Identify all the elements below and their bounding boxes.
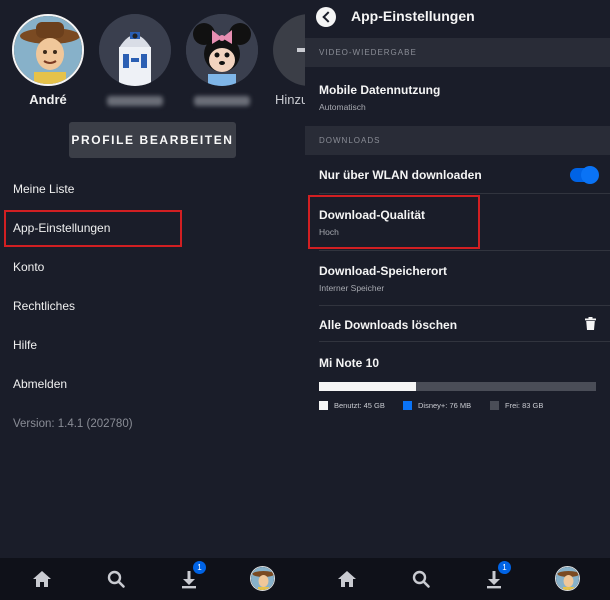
menu-item-label: Konto	[13, 260, 45, 274]
setting-value: Hoch	[319, 227, 339, 237]
section-video-playback: VIDEO-WIEDERGABE	[305, 38, 610, 67]
profile-name: André	[29, 92, 67, 107]
highlight-box	[4, 210, 182, 247]
setting-title: Mobile Datennutzung	[319, 83, 441, 97]
download-quality-setting[interactable]: Download-Qualität Hoch	[305, 208, 610, 237]
downloads-icon[interactable]: 1	[483, 561, 511, 590]
profile-2[interactable]	[97, 14, 173, 106]
woody-avatar	[12, 14, 84, 86]
menu-item-legal[interactable]: Rechtliches	[0, 287, 305, 326]
setting-value: Automatisch	[319, 102, 366, 112]
r2d2-avatar	[99, 14, 171, 86]
legend-free: Frei: 83 GB	[490, 401, 543, 410]
setting-title: Download-Qualität	[319, 208, 425, 222]
download-location-setting[interactable]: Download-Speicherort Interner Speicher	[305, 264, 610, 293]
wifi-only-toggle[interactable]	[570, 166, 599, 184]
page-title: App-Einstellungen	[351, 8, 475, 24]
account-menu: Meine Liste App-Einstellungen Konto Rech…	[0, 170, 305, 404]
legend-label: Benutzt: 45 GB	[334, 401, 385, 410]
legend-used: Benutzt: 45 GB	[319, 401, 385, 410]
legend-swatch	[403, 401, 412, 410]
menu-item-label: Rechtliches	[13, 299, 76, 313]
section-downloads: DOWNLOADS	[305, 126, 610, 155]
storage-bar	[319, 382, 596, 391]
setting-title: Alle Downloads löschen	[319, 318, 458, 332]
profile-3[interactable]	[184, 14, 260, 106]
wifi-only-setting[interactable]: Nur über WLAN downloaden	[305, 168, 610, 182]
trash-icon[interactable]	[585, 317, 596, 330]
profile-andre[interactable]: André	[10, 14, 86, 107]
back-icon[interactable]	[316, 7, 336, 27]
profile-avatar-icon[interactable]	[555, 566, 580, 591]
bottom-nav: 1	[305, 558, 610, 600]
profile-name-blurred	[107, 96, 163, 106]
search-icon[interactable]	[105, 568, 127, 590]
edit-profiles-button[interactable]: PROFILE BEARBEITEN	[69, 122, 236, 158]
legend-label: Disney+: 76 MB	[418, 401, 472, 410]
menu-item-my-list[interactable]: Meine Liste	[0, 170, 305, 209]
add-profile-icon	[273, 14, 305, 86]
profile-avatar-icon[interactable]	[250, 566, 275, 591]
app-settings-panel: App-Einstellungen VIDEO-WIEDERGABE Mobil…	[305, 0, 610, 600]
bottom-nav: 1	[0, 558, 305, 600]
setting-title: Download-Speicherort	[319, 264, 448, 278]
minnie-avatar	[186, 14, 258, 86]
device-name: Mi Note 10	[319, 356, 380, 370]
setting-value: Interner Speicher	[319, 283, 385, 293]
divider	[319, 250, 610, 251]
menu-item-account[interactable]: Konto	[0, 248, 305, 287]
legend-label: Frei: 83 GB	[505, 401, 544, 410]
menu-item-label: Hilfe	[13, 338, 38, 352]
downloads-icon[interactable]: 1	[178, 561, 206, 590]
menu-item-label: Abmelden	[13, 377, 68, 391]
storage-used-fill	[319, 382, 416, 391]
menu-item-label: Meine Liste	[13, 182, 75, 196]
search-icon[interactable]	[410, 568, 432, 590]
downloads-badge: 1	[193, 561, 206, 574]
profile-name-blurred	[194, 96, 250, 106]
legend-swatch	[490, 401, 499, 410]
home-icon[interactable]	[31, 568, 53, 590]
add-profile[interactable]: Hinzu	[271, 14, 305, 107]
mobile-data-setting[interactable]: Mobile Datennutzung Automatisch	[305, 83, 610, 112]
menu-item-app-settings[interactable]: App-Einstellungen	[0, 209, 305, 248]
settings-header: App-Einstellungen	[305, 0, 610, 36]
menu-item-logout[interactable]: Abmelden	[0, 365, 305, 404]
device-storage: Mi Note 10	[305, 356, 610, 370]
legend-swatch	[319, 401, 328, 410]
menu-item-help[interactable]: Hilfe	[0, 326, 305, 365]
divider	[319, 193, 610, 194]
home-icon[interactable]	[336, 568, 358, 590]
setting-title: Nur über WLAN downloaden	[319, 168, 482, 182]
downloads-badge: 1	[498, 561, 511, 574]
divider	[319, 305, 610, 306]
add-profile-label: Hinzu	[275, 92, 305, 107]
profiles-panel: André Hinzu PROFILE BEARBEITEN Meine Lis…	[0, 0, 305, 600]
legend-disney: Disney+: 76 MB	[403, 401, 471, 410]
delete-all-downloads[interactable]: Alle Downloads löschen	[305, 318, 610, 332]
version-text: Version: 1.4.1 (202780)	[13, 418, 133, 430]
divider	[319, 341, 610, 342]
